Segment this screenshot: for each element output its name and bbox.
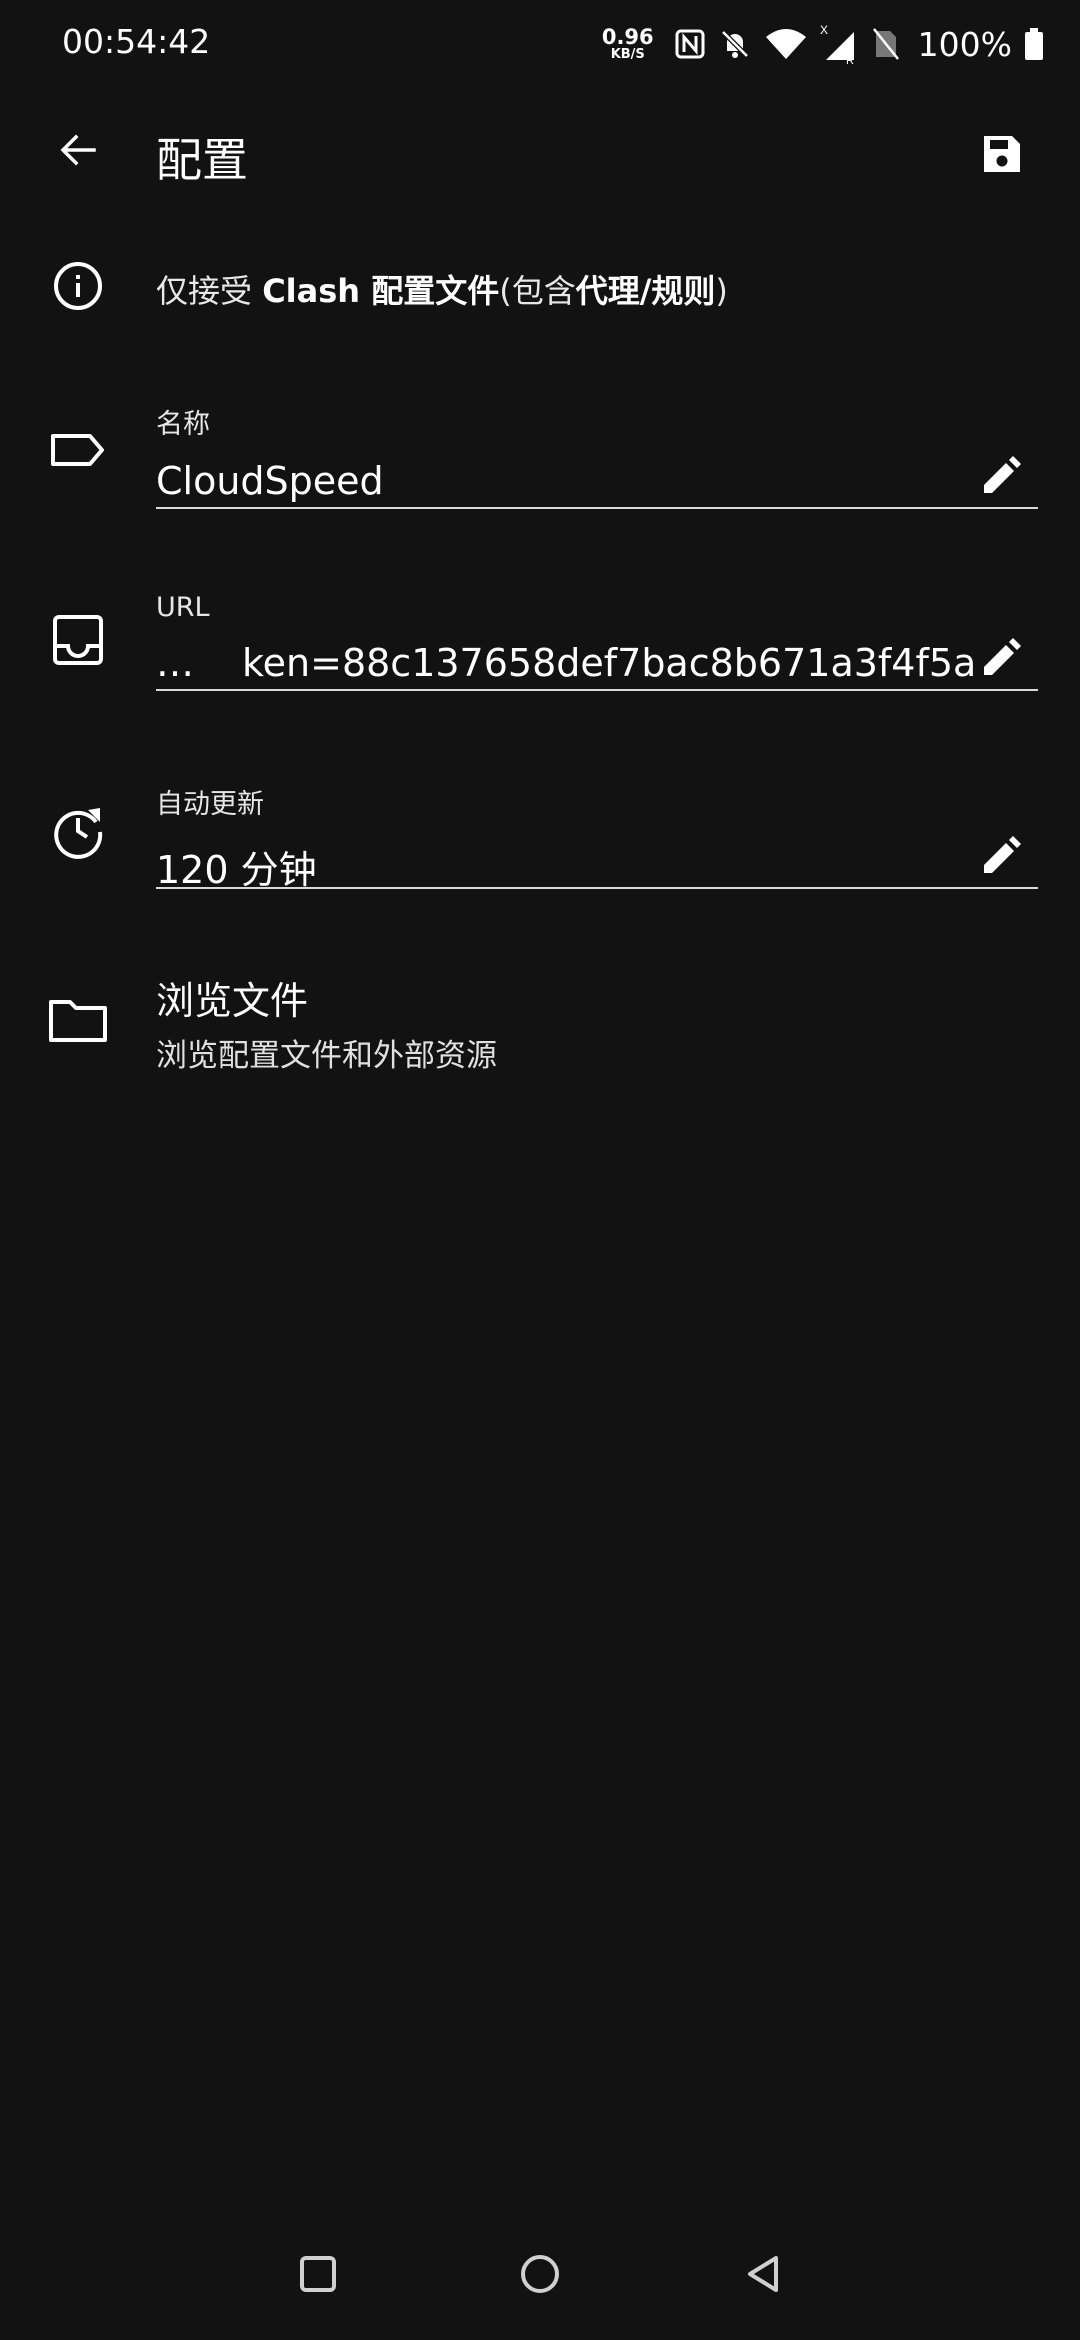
info-bold-proxy-rules: 代理/规则 [575, 272, 716, 310]
back-arrow-icon[interactable] [54, 126, 102, 174]
name-value: CloudSpeed [156, 459, 384, 503]
svg-text:X: X [820, 24, 828, 37]
signal-icon: X R [820, 24, 854, 64]
auto-update-input[interactable]: 120 分钟 [156, 835, 1038, 892]
info-message: 仅接受 Clash 配置文件(包含代理/规则) [156, 266, 728, 312]
browse-files-subtitle: 浏览配置文件和外部资源 [156, 1038, 497, 1074]
browse-files-title[interactable]: 浏览文件 [156, 970, 308, 1025]
edit-pencil-icon[interactable] [978, 637, 1022, 681]
network-speed-value: 0.96 [601, 25, 654, 49]
sim-icon [872, 28, 899, 60]
status-icons: 0.96 KB/S X R 100% [602, 20, 1044, 68]
info-icon [54, 262, 102, 310]
url-field[interactable]: URL … ken=88c137658def7bac8b671a3f4f5a76… [156, 592, 1038, 691]
name-field-label: 名称 [156, 409, 210, 440]
info-mid: (包含 [499, 272, 576, 310]
update-clock-icon [54, 808, 103, 859]
folder-icon[interactable] [46, 988, 110, 1052]
bell-off-icon [720, 30, 749, 58]
battery-percent: 100% [917, 24, 1012, 64]
nfc-icon [675, 29, 705, 59]
status-time: 00:54:42 [62, 22, 211, 61]
url-input[interactable]: … ken=88c137658def7bac8b671a3f4f5a76f [156, 637, 1038, 691]
info-bold-config: Clash 配置文件 [262, 272, 500, 310]
label-tag-icon [51, 434, 104, 466]
edit-pencil-icon[interactable] [978, 455, 1022, 499]
url-field-label: URL [156, 592, 210, 623]
auto-update-value: 120 分钟 [156, 848, 317, 892]
save-icon[interactable] [978, 130, 1026, 178]
url-value: ken=88c137658def7bac8b671a3f4f5a76f [242, 641, 978, 685]
name-input[interactable]: CloudSpeed [156, 455, 1038, 509]
info-prefix: 仅接受 [156, 272, 263, 310]
url-ellipsis: … [156, 641, 194, 685]
name-field[interactable]: 名称 CloudSpeed [156, 402, 1038, 509]
network-speed: 0.96 KB/S [601, 25, 654, 62]
nav-back-icon[interactable] [740, 2250, 788, 2298]
battery-icon [1025, 28, 1043, 60]
inbox-icon [53, 615, 103, 665]
edit-pencil-icon[interactable] [978, 835, 1022, 879]
auto-update-field[interactable]: 自动更新 120 分钟 [156, 782, 1038, 892]
nav-home-icon[interactable] [516, 2250, 564, 2298]
network-speed-unit: KB/S [610, 47, 645, 62]
info-suffix: ) [715, 272, 728, 310]
svg-text:R: R [846, 55, 854, 64]
nav-recents-icon[interactable] [294, 2250, 342, 2298]
auto-update-label: 自动更新 [156, 789, 264, 820]
page-title: 配置 [156, 133, 248, 187]
wifi-icon [765, 29, 806, 59]
